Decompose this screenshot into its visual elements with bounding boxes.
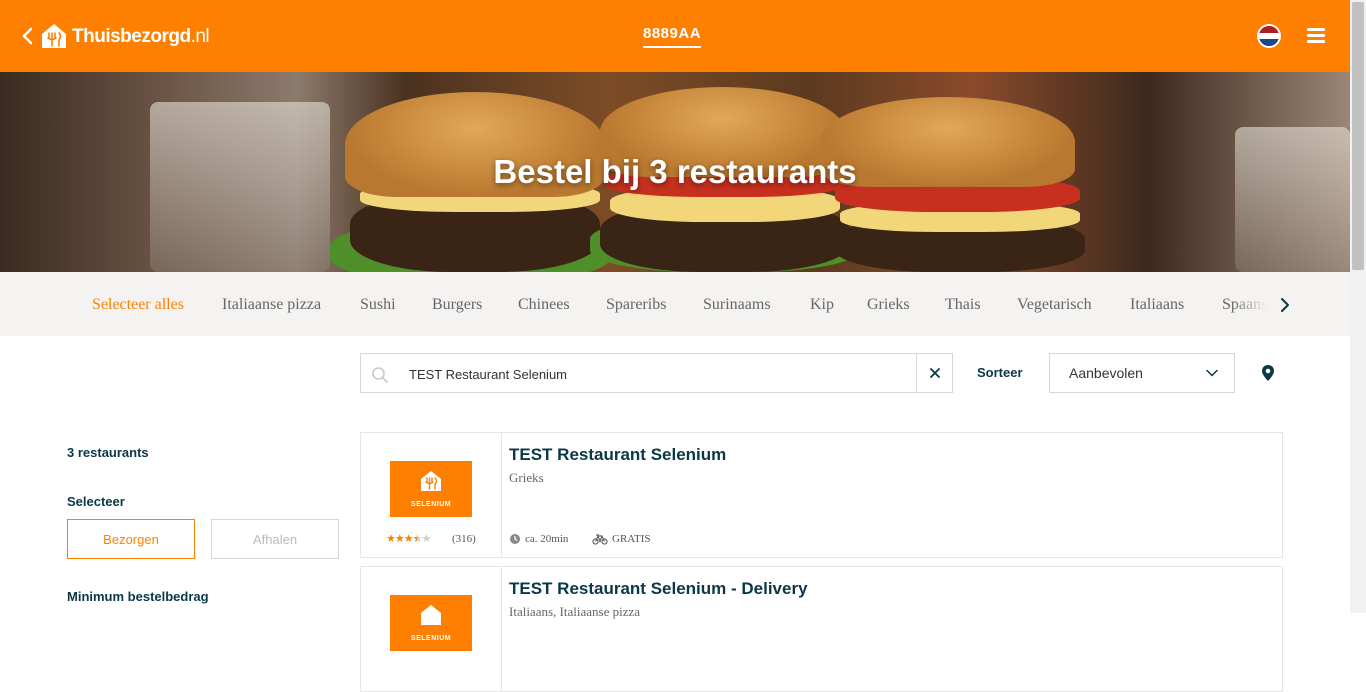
close-icon [930, 368, 940, 378]
category-item[interactable]: Thais [945, 296, 981, 314]
category-item[interactable]: Kip [810, 296, 834, 314]
logo-house-icon[interactable] [40, 22, 68, 50]
location-pin-icon[interactable] [1260, 364, 1276, 382]
sort-label: Sorteer [977, 365, 1023, 380]
select-label: Selecteer [67, 494, 125, 509]
restaurant-name[interactable]: TEST Restaurant Selenium - Delivery [509, 579, 808, 599]
category-fade [1232, 272, 1282, 336]
restaurant-cuisine: Grieks [509, 470, 544, 485]
restaurant-logo-label: SELENIUM [410, 501, 452, 508]
restaurant-logo: SELENIUM [390, 461, 472, 517]
glass-decoration [1235, 127, 1350, 272]
logo-house-icon [421, 605, 441, 625]
category-item[interactable]: Italiaans [1130, 296, 1184, 314]
search-box [360, 353, 953, 393]
category-item[interactable]: Grieks [867, 296, 910, 314]
bike-icon [592, 534, 608, 545]
sort-value: Aanbevolen [1069, 365, 1143, 381]
category-item[interactable]: Sushi [360, 296, 396, 314]
postcode-link[interactable]: 8889AA [643, 25, 702, 48]
restaurant-logo-label: SELENIUM [410, 635, 452, 642]
search-icon [372, 367, 388, 383]
restaurant-logo-column: SELENIUM [361, 567, 502, 691]
star-rating: ★★★★★★ [386, 533, 431, 545]
category-item[interactable]: Vegetarisch [1017, 296, 1092, 314]
netherlands-flag-icon[interactable] [1257, 24, 1281, 48]
delivery-time: ca. 20min [509, 533, 568, 545]
search-input[interactable] [409, 363, 909, 385]
chevron-down-icon [1206, 369, 1218, 377]
clock-icon [510, 534, 520, 544]
minimum-order-label: Minimum bestelbedrag [67, 589, 209, 604]
category-item[interactable]: Chinees [518, 296, 570, 314]
logo-wordmark[interactable]: Thuisbezorgd.nl [72, 26, 210, 48]
restaurant-name[interactable]: TEST Restaurant Selenium [509, 445, 726, 465]
category-item[interactable]: Spareribs [606, 296, 666, 314]
scrollbar-thumb[interactable] [1352, 2, 1364, 270]
delivery-cost: GRATIS [592, 533, 651, 545]
top-header: Thuisbezorgd.nl 8889AA [0, 0, 1350, 72]
pickup-toggle-button[interactable]: Afhalen [211, 519, 339, 559]
page-scrollbar[interactable] [1350, 0, 1366, 613]
category-item[interactable]: Burgers [432, 296, 482, 314]
hero-title: Bestel bij 3 restaurants [493, 153, 857, 190]
results-count: 3 restaurants [67, 445, 149, 460]
back-arrow-icon[interactable] [20, 27, 36, 45]
clear-search-button[interactable] [916, 354, 953, 392]
restaurant-card[interactable]: SELENIUM ★★★★★★ (316) TEST Restaurant Se… [360, 432, 1283, 558]
hamburger-menu-icon[interactable] [1307, 28, 1325, 44]
delivery-toggle-button[interactable]: Bezorgen [67, 519, 195, 559]
sort-select[interactable]: Aanbevolen [1049, 353, 1235, 393]
hero-banner: Bestel bij 3 restaurants [0, 72, 1350, 272]
category-item[interactable]: Selecteer alles [92, 296, 184, 314]
logo-house-icon [421, 471, 441, 491]
category-bar: Selecteer alles Italiaanse pizza Sushi B… [0, 272, 1350, 336]
review-count: (316) [452, 533, 476, 545]
category-item[interactable]: Surinaams [703, 296, 771, 314]
category-item[interactable]: Italiaanse pizza [222, 296, 321, 314]
restaurant-logo-column: SELENIUM ★★★★★★ (316) [361, 433, 502, 557]
restaurant-logo: SELENIUM [390, 595, 472, 651]
restaurant-cuisine: Italiaans, Italiaanse pizza [509, 604, 641, 619]
chevron-right-icon[interactable] [1278, 296, 1292, 314]
restaurant-card[interactable]: SELENIUM TEST Restaurant Selenium - Deli… [360, 566, 1283, 692]
